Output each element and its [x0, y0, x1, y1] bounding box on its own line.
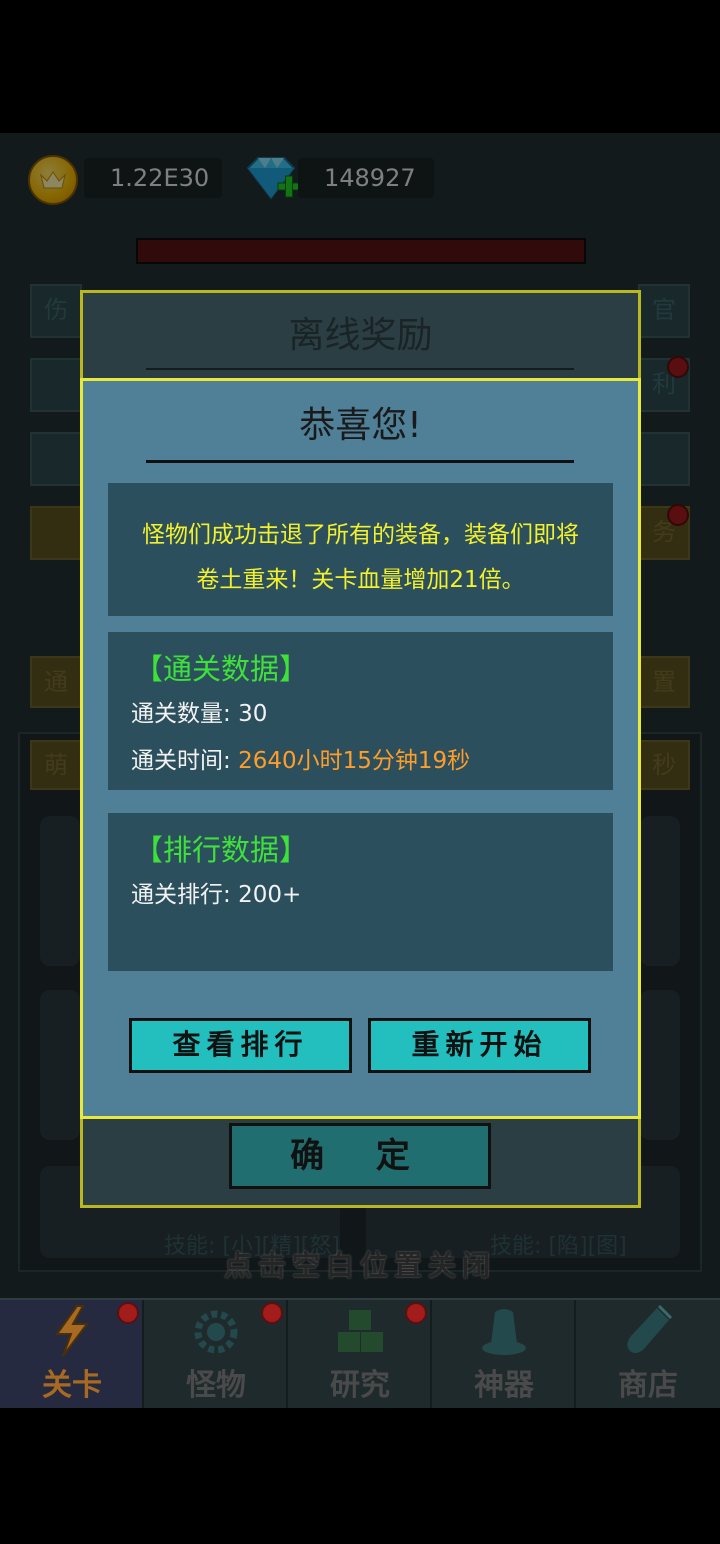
reset-message-box: 怪物们成功击退了所有的装备，装备们即将 卷土重来！关卡血量增加21倍。 [108, 483, 613, 616]
view-rank-button[interactable]: 查看排行 [129, 1018, 352, 1073]
tab-label: 神器 [474, 1368, 534, 1403]
notification-dot [117, 1302, 139, 1324]
tab-label: 商店 [618, 1368, 678, 1403]
tab-label: 关卡 [42, 1368, 102, 1403]
title-divider [146, 368, 574, 370]
rank-data-title: 【排行数据】 [134, 833, 309, 867]
gear-monster-icon [191, 1304, 241, 1358]
clear-count-label: 通关数量: [131, 701, 239, 727]
close-hint: 点击空白位置关闭 [223, 1249, 496, 1282]
offline-reward-title: 离线奖励 [288, 315, 433, 356]
notification-dot [405, 1302, 427, 1324]
cubes-icon [335, 1304, 385, 1358]
clear-data-box: 【通关数据】 通关数量: 30 通关时间: 2640小时15分钟19秒 [108, 632, 613, 790]
restart-button[interactable]: 重新开始 [368, 1018, 591, 1073]
confirm-button[interactable]: 确 定 [229, 1123, 491, 1189]
tab-label: 怪物 [186, 1368, 246, 1403]
bottle-icon [623, 1304, 673, 1358]
rank-data-box: 【排行数据】 通关排行: 200+ [108, 813, 613, 971]
rank-value: 200+ [238, 882, 302, 908]
tab-shop[interactable]: 商店 [576, 1300, 720, 1408]
hat-icon [479, 1304, 529, 1358]
rank-row: 通关排行: 200+ [131, 875, 301, 909]
title-divider [146, 460, 574, 463]
message-line: 怪物们成功击退了所有的装备，装备们即将 [142, 522, 579, 548]
lightning-icon [47, 1304, 97, 1358]
clear-count-row: 通关数量: 30 [131, 694, 267, 728]
tab-artifacts[interactable]: 神器 [432, 1300, 576, 1408]
notification-dot [261, 1302, 283, 1324]
tab-label: 研究 [330, 1368, 390, 1403]
clear-time-label: 通关时间: [131, 748, 239, 774]
clear-time-row: 通关时间: 2640小时15分钟19秒 [131, 741, 470, 775]
rank-label: 通关排行: [131, 882, 239, 908]
clear-data-title: 【通关数据】 [134, 652, 309, 686]
clear-time-value: 2640小时15分钟19秒 [238, 748, 471, 774]
congrats-title: 恭喜您! [299, 405, 422, 446]
message-line: 卷土重来！关卡血量增加21倍。 [196, 567, 525, 593]
clear-count-value: 30 [238, 701, 268, 727]
